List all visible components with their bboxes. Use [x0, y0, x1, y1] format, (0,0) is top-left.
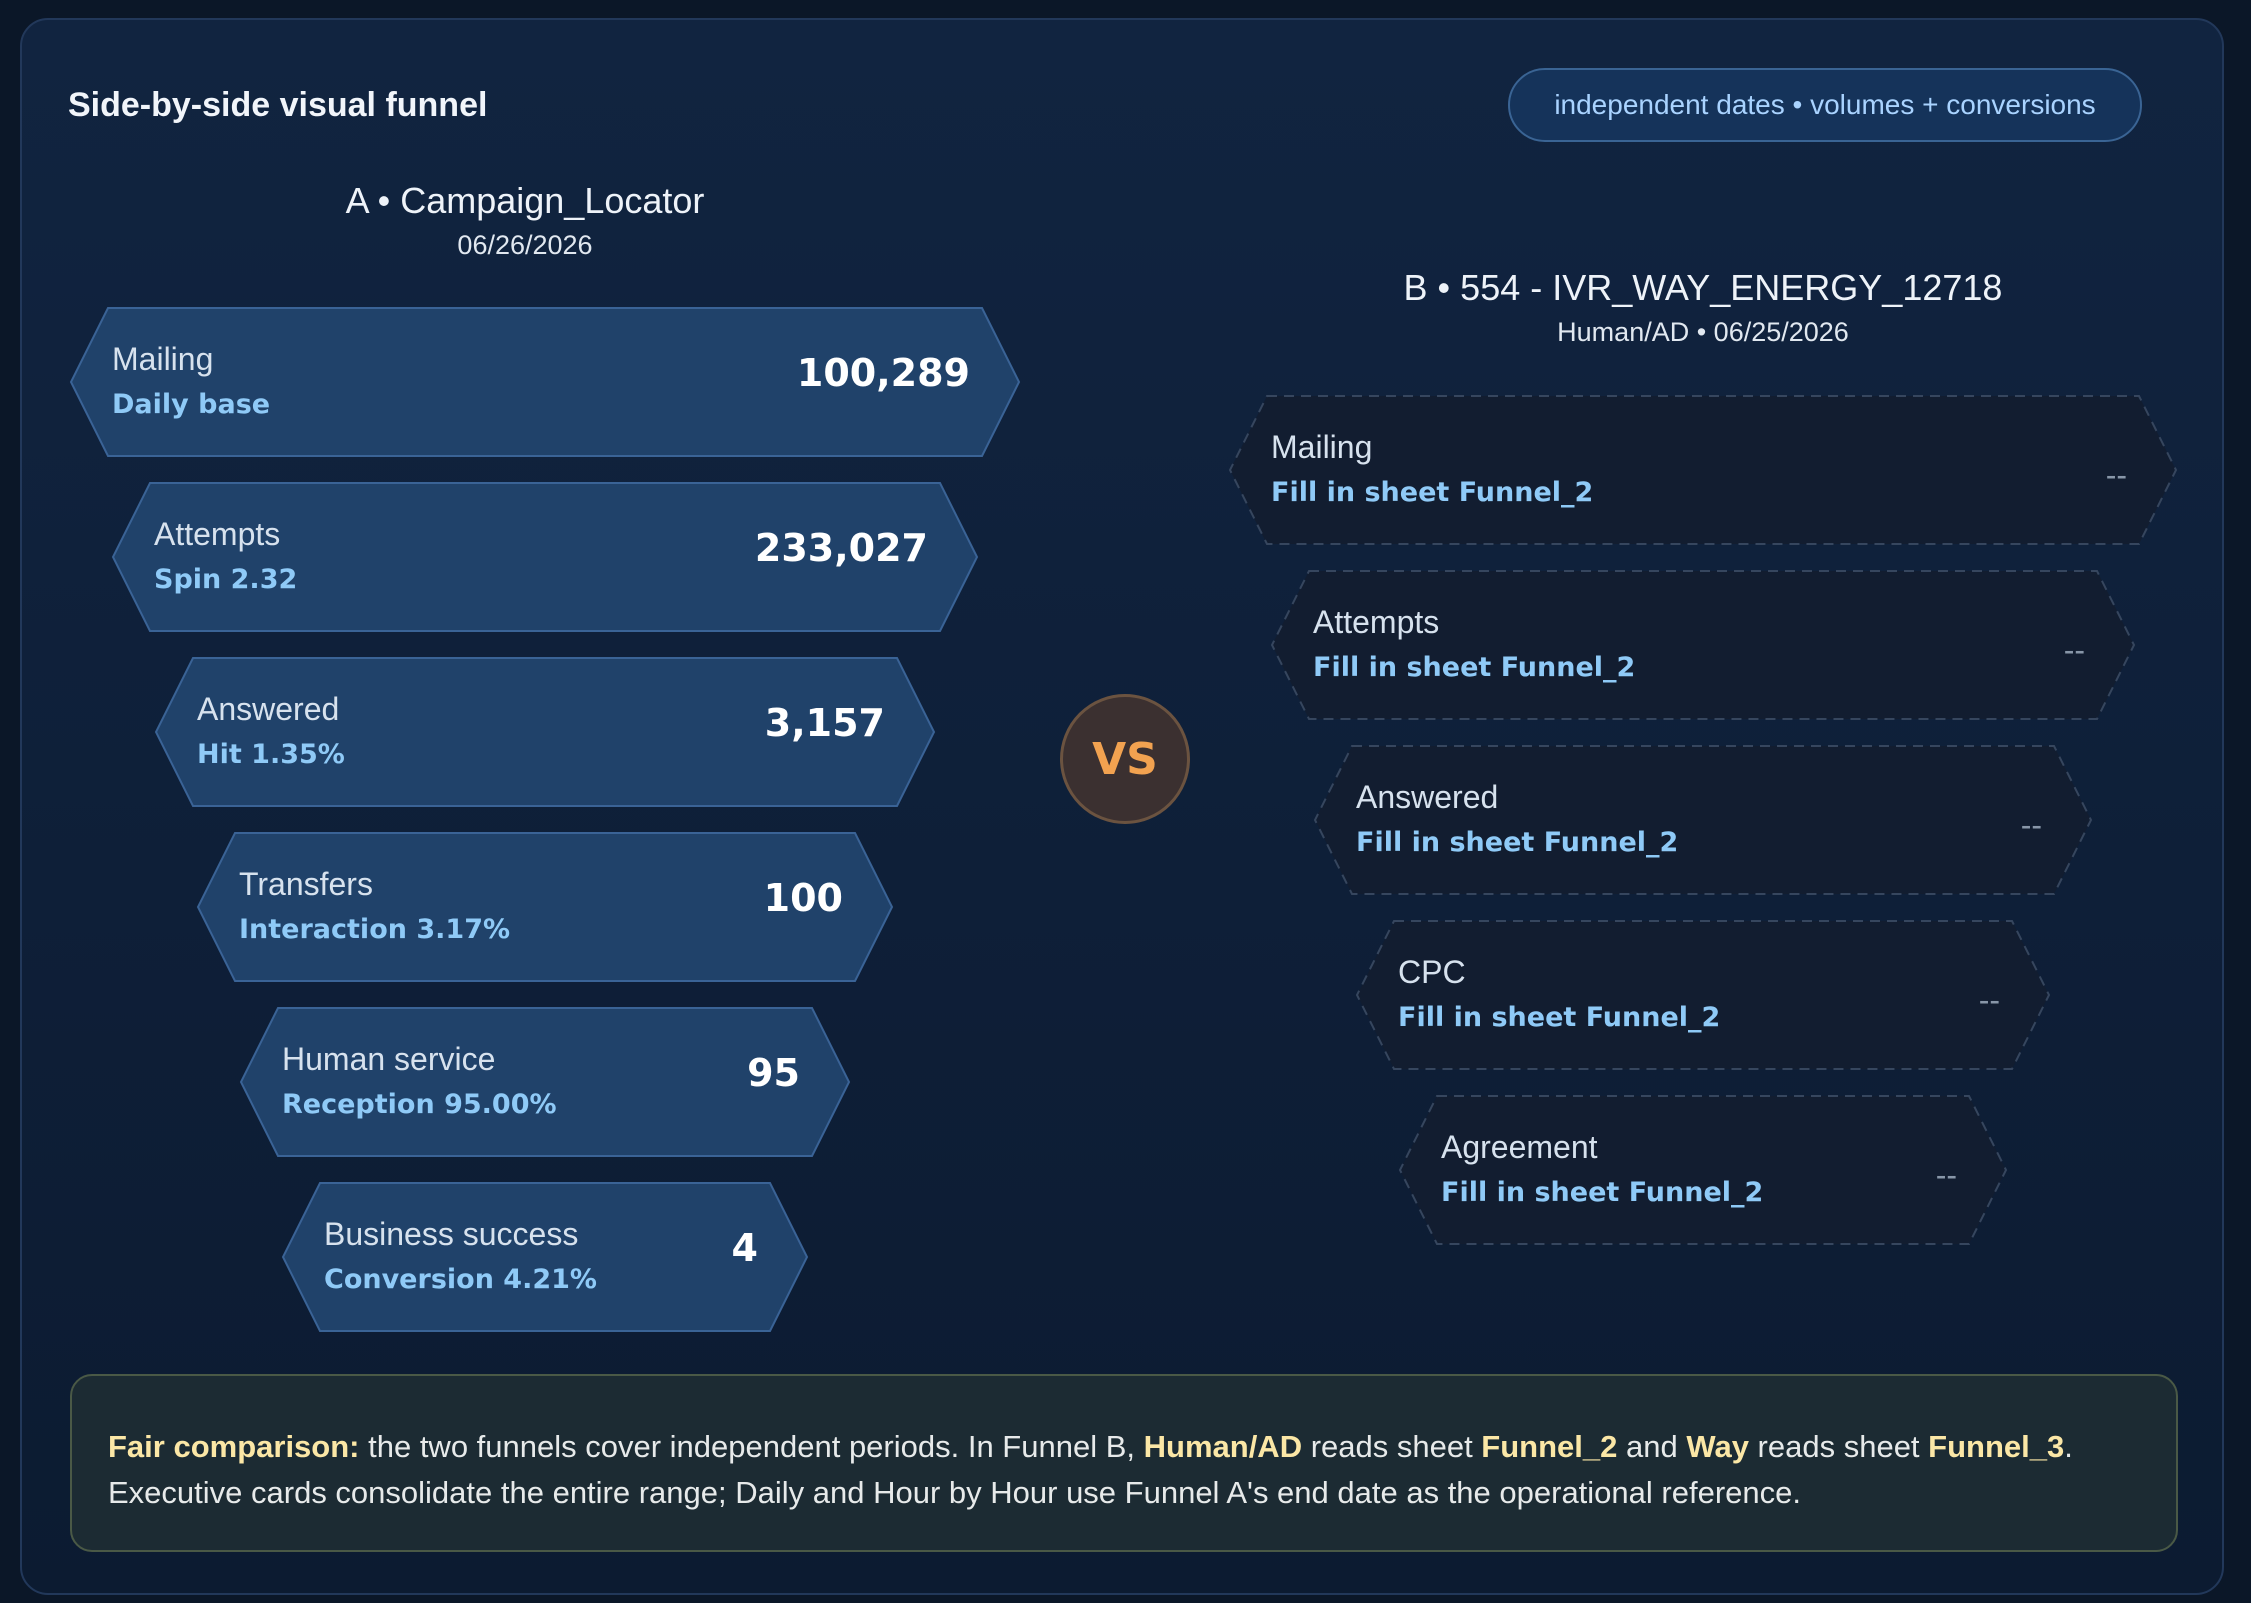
funnel-a-stage-transfers: Transfers Interaction 3.17% 100: [196, 832, 894, 982]
note-keyword: Human/AD: [1143, 1429, 1303, 1464]
page-title: Side-by-side visual funnel: [68, 86, 488, 124]
stage-value: --: [1978, 982, 2000, 1018]
stage-value: --: [2063, 632, 2085, 668]
fair-comparison-note: Fair comparison: the two funnels cover i…: [70, 1374, 2178, 1552]
stage-label: Mailing: [1271, 429, 1373, 465]
funnel-b-stage-agreement: Agreement Fill in sheet Funnel_2 --: [1398, 1095, 2008, 1245]
stage-label: Attempts: [154, 516, 281, 552]
note-keyword: Way: [1686, 1429, 1749, 1464]
stage-label: Business success: [324, 1216, 579, 1252]
note-lead: Fair comparison:: [108, 1429, 360, 1464]
stage-sub: Fill in sheet Funnel_2: [1441, 1177, 1764, 1208]
funnel-a-stage-answered: Answered Hit 1.35% 3,157: [154, 657, 936, 807]
stage-label: Answered: [197, 691, 340, 727]
note-text: and: [1617, 1429, 1687, 1464]
stage-shape: [1228, 395, 2178, 545]
stage-sub: Spin 2.32: [154, 564, 298, 595]
funnel-a-name: A • Campaign_Locator: [345, 180, 705, 221]
note-keyword: Funnel_3: [1928, 1429, 2065, 1464]
stage-value: --: [2020, 807, 2042, 843]
stage-shape: [281, 1182, 809, 1332]
funnel-b-stage-answered: Answered Fill in sheet Funnel_2 --: [1313, 745, 2093, 895]
vs-badge: VS: [1060, 694, 1190, 824]
stage-sub: Interaction 3.17%: [239, 914, 511, 945]
stage-value: 100,289: [796, 351, 970, 395]
note-text: the two funnels cover independent period…: [359, 1429, 1144, 1464]
note-keyword: Funnel_2: [1481, 1429, 1618, 1464]
stage-value: 95: [747, 1051, 800, 1095]
stage-label: Agreement: [1441, 1129, 1598, 1165]
stage-value: 100: [763, 876, 843, 920]
stage-sub: Daily base: [112, 389, 271, 420]
stage-label: Transfers: [239, 866, 373, 902]
stage-sub: Fill in sheet Funnel_2: [1271, 477, 1594, 508]
stage-sub: Hit 1.35%: [197, 739, 345, 770]
stage-label: Attempts: [1313, 604, 1440, 640]
stage-shape: [1270, 570, 2136, 720]
stage-shape: [1398, 1095, 2008, 1245]
stage-shape: [1355, 920, 2051, 1070]
stage-sub: Fill in sheet Funnel_2: [1356, 827, 1679, 858]
funnel-b-stage-cpc: CPC Fill in sheet Funnel_2 --: [1355, 920, 2051, 1070]
funnel-a-stage-business-success: Business success Conversion 4.21% 4: [281, 1182, 809, 1332]
funnel-a-header: A • Campaign_Locator 06/26/2026: [205, 180, 845, 261]
funnel-a-stage-attempts: Attempts Spin 2.32 233,027: [111, 482, 979, 632]
stage-label: Human service: [282, 1041, 496, 1077]
stage-shape: [1313, 745, 2093, 895]
stage-sub: Fill in sheet Funnel_2: [1313, 652, 1636, 683]
funnel-b-header: B • 554 - IVR_WAY_ENERGY_12718 Human/AD …: [1383, 267, 2023, 348]
funnel-b-name: B • 554 - IVR_WAY_ENERGY_12718: [1403, 267, 2003, 308]
funnel-a-date: 06/26/2026: [457, 230, 593, 260]
stage-sub: Fill in sheet Funnel_2: [1398, 1002, 1721, 1033]
info-badge: independent dates • volumes + conversion…: [1508, 68, 2142, 142]
stage-sub: Conversion 4.21%: [324, 1264, 597, 1295]
stage-label: CPC: [1398, 954, 1466, 990]
stage-value: 4: [731, 1226, 758, 1270]
stage-label: Mailing: [112, 341, 214, 377]
stage-value: 3,157: [764, 701, 885, 745]
stage-value: --: [1935, 1157, 1957, 1193]
funnel-b-date: Human/AD • 06/25/2026: [1557, 317, 1849, 347]
stage-label: Answered: [1356, 779, 1499, 815]
note-text: reads sheet: [1748, 1429, 1929, 1464]
funnel-a-stage-human-service: Human service Reception 95.00% 95: [239, 1007, 851, 1157]
stage-value: --: [2105, 457, 2127, 493]
funnel-b-stage-mailing: Mailing Fill in sheet Funnel_2 --: [1228, 395, 2178, 545]
funnel-a-stage-mailing: Mailing Daily base 100,289: [69, 307, 1021, 457]
funnel-b-stage-attempts: Attempts Fill in sheet Funnel_2 --: [1270, 570, 2136, 720]
stage-sub: Reception 95.00%: [282, 1089, 557, 1120]
note-text: reads sheet: [1302, 1429, 1482, 1464]
stage-value: 233,027: [754, 526, 928, 570]
